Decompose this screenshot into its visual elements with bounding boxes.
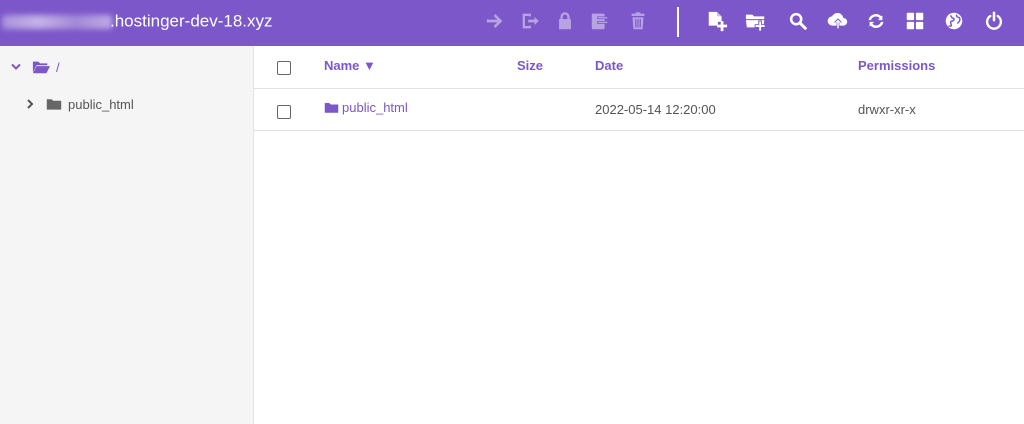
globe-icon[interactable]: [942, 9, 966, 33]
toolbar-divider: [677, 7, 679, 37]
trash-icon[interactable]: [626, 9, 650, 33]
column-header-date[interactable]: Date: [595, 58, 623, 73]
lock-icon[interactable]: [553, 9, 577, 33]
table-row[interactable]: public_html 2022-05-14 12:20:00 drwxr-xr…: [254, 89, 1024, 131]
row-checkbox[interactable]: [277, 105, 291, 119]
hostname-text: .hostinger-dev-18.xyz: [110, 11, 273, 31]
folder-icon: [46, 99, 62, 110]
tree-item-label: public_html: [68, 96, 134, 112]
new-folder-icon[interactable]: [744, 9, 768, 33]
file-permissions: drwxr-xr-x: [858, 102, 916, 117]
exit-icon[interactable]: [518, 9, 542, 33]
file-name: public_html: [342, 100, 408, 115]
move-arrow-icon[interactable]: [483, 9, 507, 33]
search-icon[interactable]: [786, 9, 810, 33]
hostname: .hostinger-dev-18.xyz: [0, 0, 273, 46]
table-header: Name ▼ Size Date Permissions: [254, 46, 1024, 89]
refresh-icon[interactable]: [864, 9, 888, 33]
folder-tree-sidebar: / public_html: [0, 46, 254, 424]
archive-icon[interactable]: [588, 9, 612, 33]
hostname-redacted: [2, 14, 112, 29]
top-toolbar: .hostinger-dev-18.xyz: [0, 0, 1024, 46]
folder-open-icon: [32, 61, 50, 74]
new-file-icon[interactable]: [705, 9, 729, 33]
folder-icon: [324, 103, 339, 113]
column-header-size[interactable]: Size: [517, 58, 543, 73]
grid-view-icon[interactable]: [903, 9, 927, 33]
select-all-checkbox[interactable]: [277, 61, 291, 75]
column-header-name[interactable]: Name ▼: [324, 58, 376, 73]
power-icon[interactable]: [982, 9, 1006, 33]
chevron-right-icon[interactable]: [24, 98, 36, 110]
column-header-permissions[interactable]: Permissions: [858, 58, 935, 73]
tree-root-label: /: [56, 59, 60, 75]
chevron-down-icon[interactable]: [10, 61, 22, 73]
upload-icon[interactable]: [826, 9, 850, 33]
file-name-link[interactable]: public_html: [324, 100, 408, 115]
tree-item-public-html[interactable]: public_html: [24, 95, 134, 113]
file-list-panel: Name ▼ Size Date Permissions public_html…: [254, 46, 1024, 424]
file-date: 2022-05-14 12:20:00: [595, 102, 716, 117]
tree-root-item[interactable]: /: [10, 58, 60, 76]
